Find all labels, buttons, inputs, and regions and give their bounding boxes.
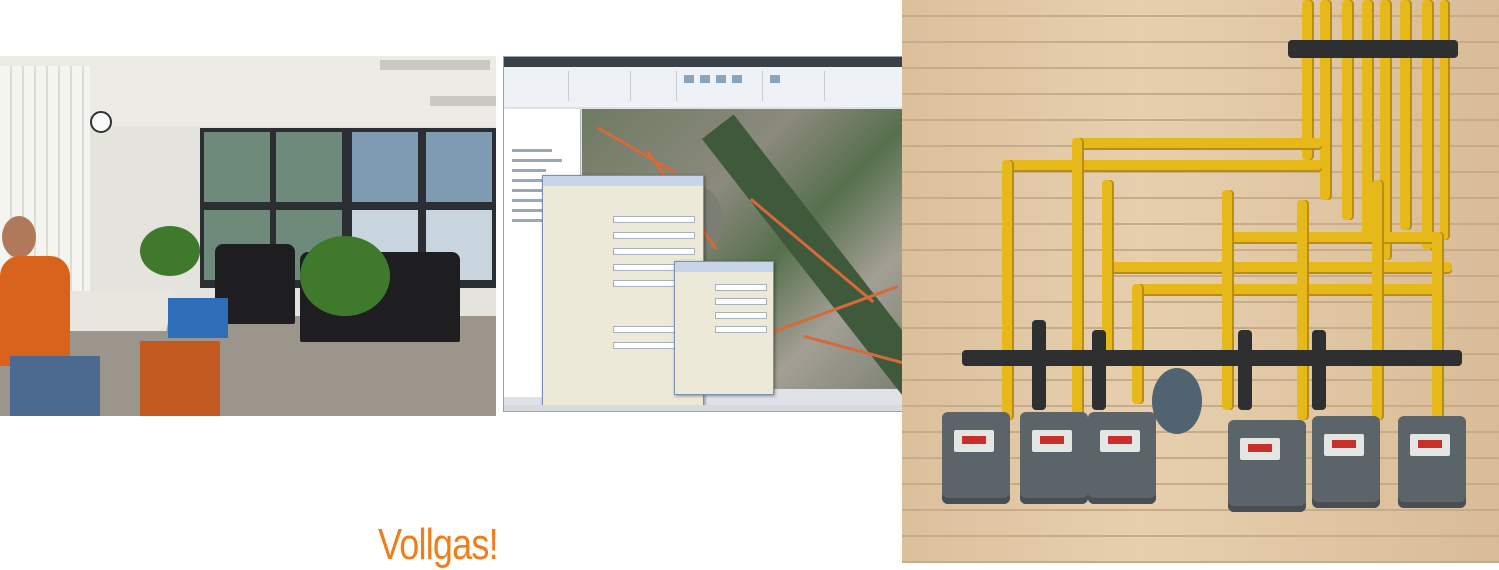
gas-meter xyxy=(942,412,1010,504)
dialog-field xyxy=(715,284,767,291)
yellow-gas-pipe xyxy=(1400,0,1412,230)
yellow-gas-pipe xyxy=(1002,160,1322,172)
ceiling-vent xyxy=(380,60,490,70)
tree-item xyxy=(512,159,562,162)
yellow-gas-pipe xyxy=(1132,284,1442,296)
dialog-titlebar xyxy=(543,176,703,186)
potted-plant xyxy=(300,236,390,316)
dialog-field xyxy=(715,326,767,333)
pipe-bracket xyxy=(1288,40,1458,58)
video-wall-screen xyxy=(426,132,492,202)
yellow-gas-pipe xyxy=(1002,160,1014,420)
yellow-gas-pipe xyxy=(1302,0,1314,160)
ribbon-button-icon xyxy=(700,75,710,83)
control-room-photo xyxy=(0,56,496,416)
gas-meter xyxy=(1398,416,1466,508)
gas-valve-pipe xyxy=(1092,330,1106,410)
gas-valve-pipe xyxy=(1032,320,1046,410)
yellow-gas-pipe xyxy=(1320,0,1332,200)
yellow-gas-pipe xyxy=(1342,0,1354,220)
yellow-gas-pipe xyxy=(1440,0,1450,240)
video-wall-screen xyxy=(352,132,418,202)
yellow-gas-pipe xyxy=(1072,138,1084,418)
yellow-gas-pipe xyxy=(1432,232,1444,422)
video-wall-screen xyxy=(204,132,270,202)
tree-item xyxy=(512,169,546,172)
gas-meter xyxy=(1088,412,1156,504)
gas-meter xyxy=(1228,420,1306,512)
gas-meter xyxy=(1312,416,1380,508)
gas-meter xyxy=(1020,412,1088,504)
operator-head xyxy=(2,216,36,258)
orange-cabinet xyxy=(140,341,220,416)
yellow-gas-pipe xyxy=(1372,180,1384,420)
dialog-field xyxy=(613,232,695,239)
tree-item xyxy=(512,149,552,152)
yellow-gas-pipe xyxy=(1222,190,1234,410)
tree-item xyxy=(512,209,542,212)
ribbon-button-icon xyxy=(732,75,742,83)
ribbon-group xyxy=(508,71,569,101)
feature-dialog xyxy=(674,261,774,395)
dialog-field xyxy=(613,216,695,223)
gas-regulator xyxy=(1152,368,1202,434)
pipeline-overlay xyxy=(597,126,677,175)
yellow-gas-pipe xyxy=(1132,284,1144,404)
potted-plant xyxy=(140,226,200,276)
dialog-titlebar xyxy=(675,262,773,272)
ribbon-group xyxy=(570,71,631,101)
yellow-gas-pipe xyxy=(1422,0,1434,250)
ribbon-group xyxy=(632,71,677,101)
operator-shirt xyxy=(0,256,70,366)
gas-valve-pipe xyxy=(1312,330,1326,410)
dialog-field xyxy=(715,298,767,305)
video-wall-screen xyxy=(276,132,342,202)
ribbon-button-icon xyxy=(684,75,694,83)
yellow-gas-pipe xyxy=(1072,138,1322,150)
yellow-gas-pipe xyxy=(1102,262,1452,274)
yellow-gas-pipe xyxy=(1297,200,1309,420)
wall-clock-icon xyxy=(90,111,112,133)
gas-meters-photo xyxy=(902,0,1499,563)
ceiling-vent xyxy=(430,96,496,106)
dialog-field xyxy=(613,248,695,255)
ribbon-button-icon xyxy=(770,75,780,83)
operator-legs xyxy=(10,356,100,416)
yellow-gas-pipe xyxy=(1222,232,1442,244)
dialog-field xyxy=(715,312,767,319)
gas-valve-pipe xyxy=(1238,330,1252,410)
document-trays xyxy=(168,298,228,338)
ribbon-button-icon xyxy=(716,75,726,83)
